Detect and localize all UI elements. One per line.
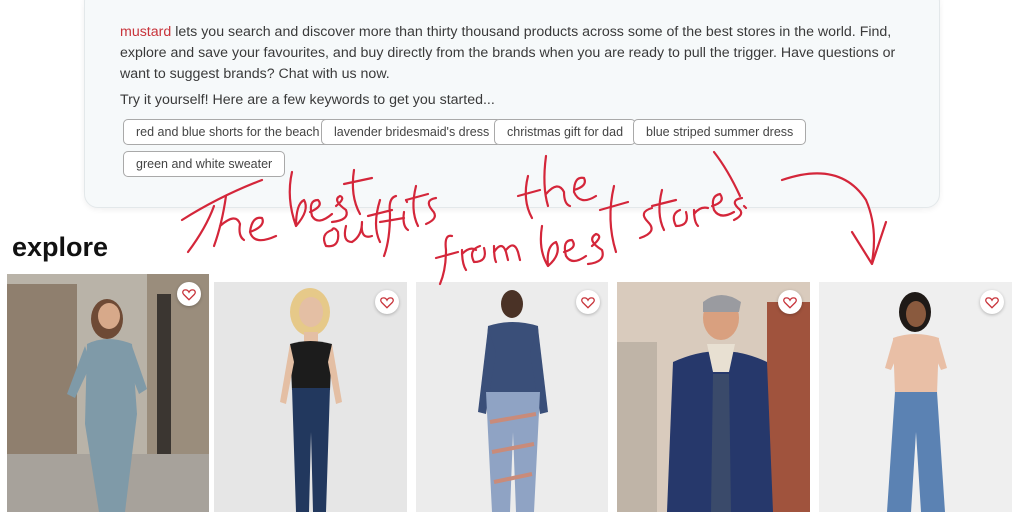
intro-description: mustard lets you search and discover mor… xyxy=(120,22,910,85)
product-image xyxy=(416,282,608,512)
heart-icon xyxy=(581,296,595,309)
keywords-prompt: Try it yourself! Here are a few keywords… xyxy=(120,92,495,108)
favorite-button[interactable] xyxy=(177,282,201,306)
product-image xyxy=(819,282,1012,512)
keyword-chip[interactable]: green and white sweater xyxy=(123,151,286,177)
favorite-button[interactable] xyxy=(980,290,1004,314)
product-card[interactable] xyxy=(7,274,209,512)
keyword-chip[interactable]: lavender bridesmaid's dress xyxy=(321,119,503,145)
favorite-button[interactable] xyxy=(375,290,399,314)
product-image xyxy=(7,274,209,512)
description-text: lets you search and discover more than t… xyxy=(120,24,896,82)
keyword-chip[interactable]: red and blue shorts for the beach xyxy=(123,119,333,145)
product-card[interactable] xyxy=(819,282,1012,512)
heart-icon xyxy=(783,296,797,309)
product-image xyxy=(617,282,810,512)
heart-icon xyxy=(380,296,394,309)
brand-name[interactable]: mustard xyxy=(120,24,171,40)
keyword-chip[interactable]: christmas gift for dad xyxy=(494,119,637,145)
product-card[interactable] xyxy=(416,282,608,512)
favorite-button[interactable] xyxy=(778,290,802,314)
product-image xyxy=(214,282,407,512)
explore-heading: explore xyxy=(12,232,109,262)
heart-icon xyxy=(985,296,999,309)
favorite-button[interactable] xyxy=(576,290,600,314)
product-card[interactable] xyxy=(617,282,810,512)
product-card[interactable] xyxy=(214,282,407,512)
keyword-chip[interactable]: blue striped summer dress xyxy=(633,119,807,145)
heart-icon xyxy=(182,288,196,301)
